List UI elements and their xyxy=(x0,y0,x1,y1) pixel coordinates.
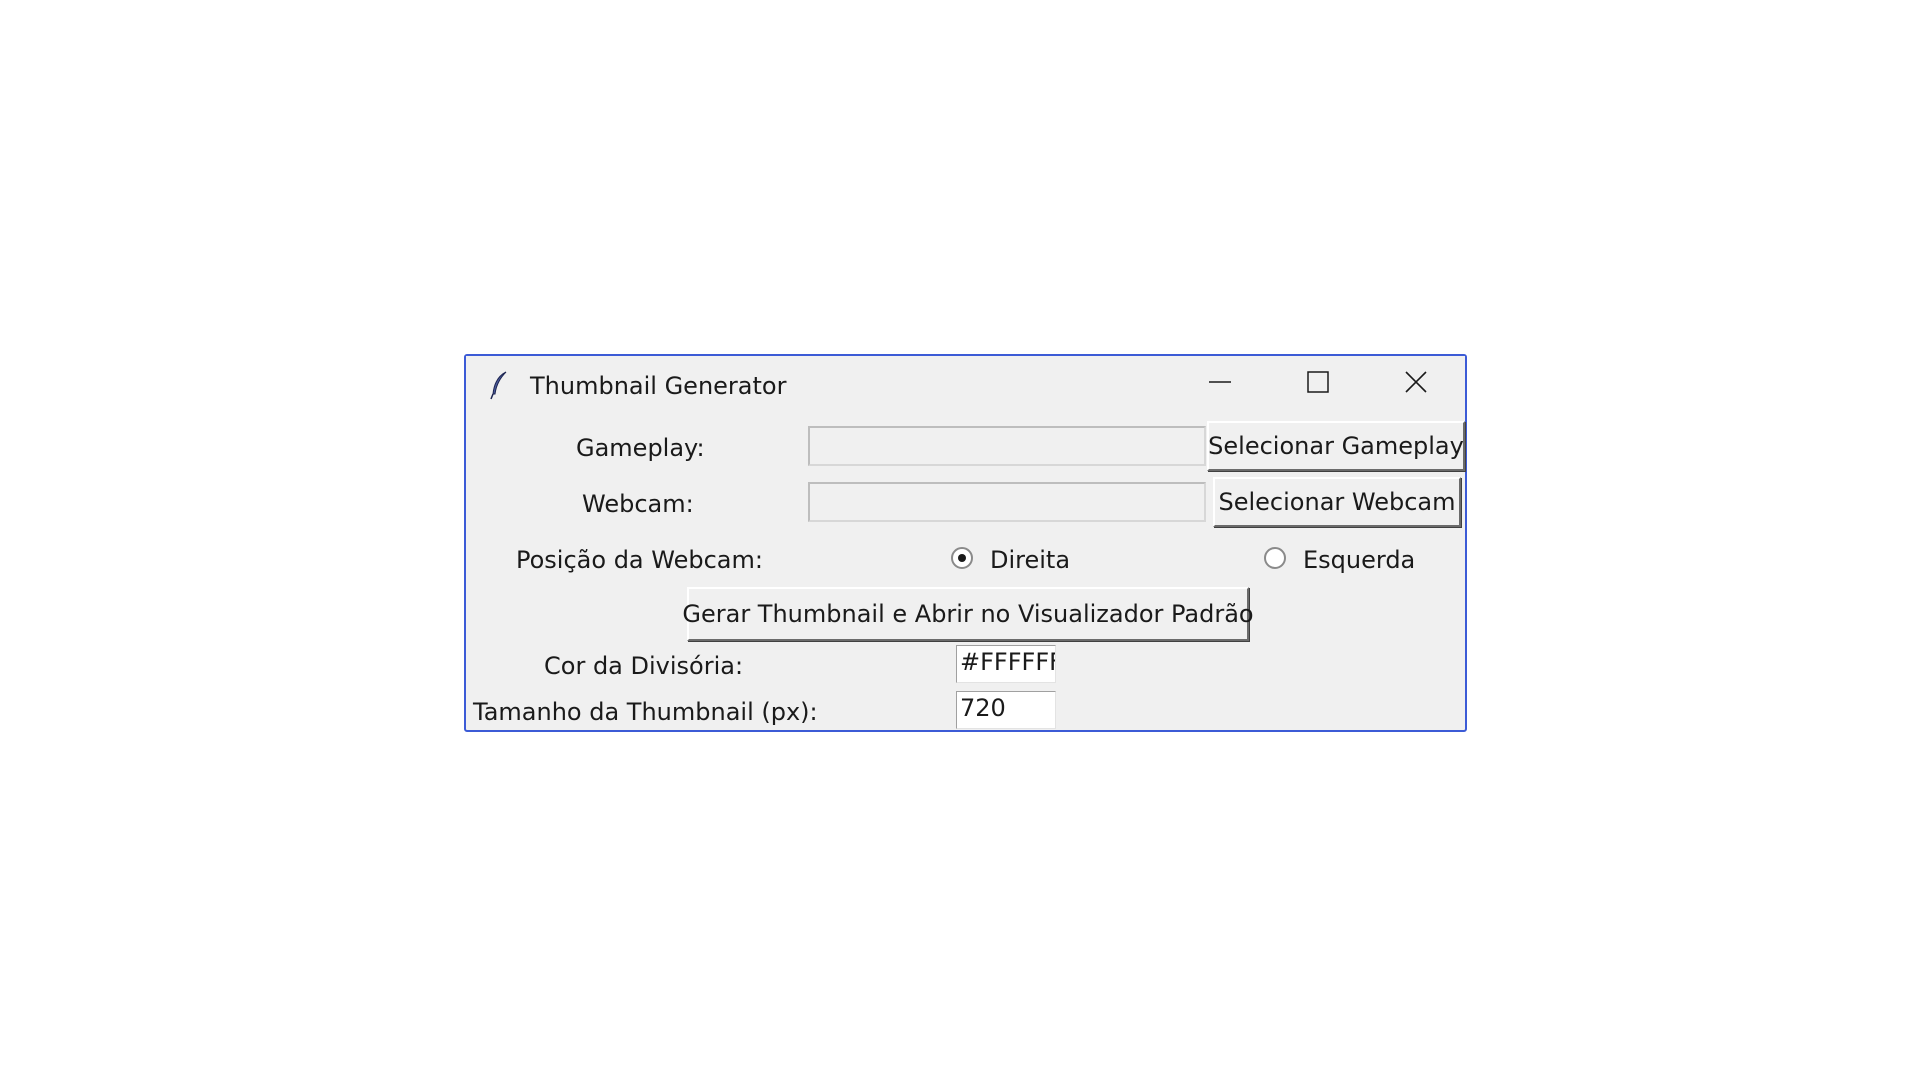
title-bar[interactable]: Thumbnail Generator xyxy=(466,356,1465,414)
radio-direita-label[interactable]: Direita xyxy=(990,546,1070,574)
app-window: Thumbnail Generator Gameplay: Selecionar… xyxy=(464,354,1467,732)
radio-esquerda-label[interactable]: Esquerda xyxy=(1303,546,1415,574)
divider-color-input[interactable]: #FFFFFF xyxy=(956,645,1056,683)
thumbnail-size-label: Tamanho da Thumbnail (px): xyxy=(473,698,818,726)
gameplay-label: Gameplay: xyxy=(576,434,705,462)
close-icon xyxy=(1404,370,1428,398)
radio-esquerda[interactable] xyxy=(1264,547,1286,569)
gameplay-path-field[interactable] xyxy=(808,426,1206,466)
maximize-icon xyxy=(1306,370,1330,398)
thumbnail-size-input[interactable]: 720 xyxy=(956,691,1056,729)
generate-thumbnail-button[interactable]: Gerar Thumbnail e Abrir no Visualizador … xyxy=(682,587,1254,641)
feather-icon xyxy=(488,370,512,400)
webcam-label: Webcam: xyxy=(582,490,694,518)
close-button[interactable] xyxy=(1386,364,1446,404)
select-gameplay-button[interactable]: Selecionar Gameplay xyxy=(1207,421,1465,471)
maximize-button[interactable] xyxy=(1288,364,1348,404)
minimize-button[interactable] xyxy=(1190,364,1250,404)
webcam-path-field[interactable] xyxy=(808,482,1206,522)
select-webcam-button[interactable]: Selecionar Webcam xyxy=(1213,477,1461,527)
minimize-icon xyxy=(1208,370,1232,398)
radio-selected-dot xyxy=(958,554,966,562)
window-title: Thumbnail Generator xyxy=(530,372,787,400)
webcam-position-label: Posição da Webcam: xyxy=(516,546,763,574)
divider-color-label: Cor da Divisória: xyxy=(544,652,744,680)
radio-direita[interactable] xyxy=(951,547,973,569)
